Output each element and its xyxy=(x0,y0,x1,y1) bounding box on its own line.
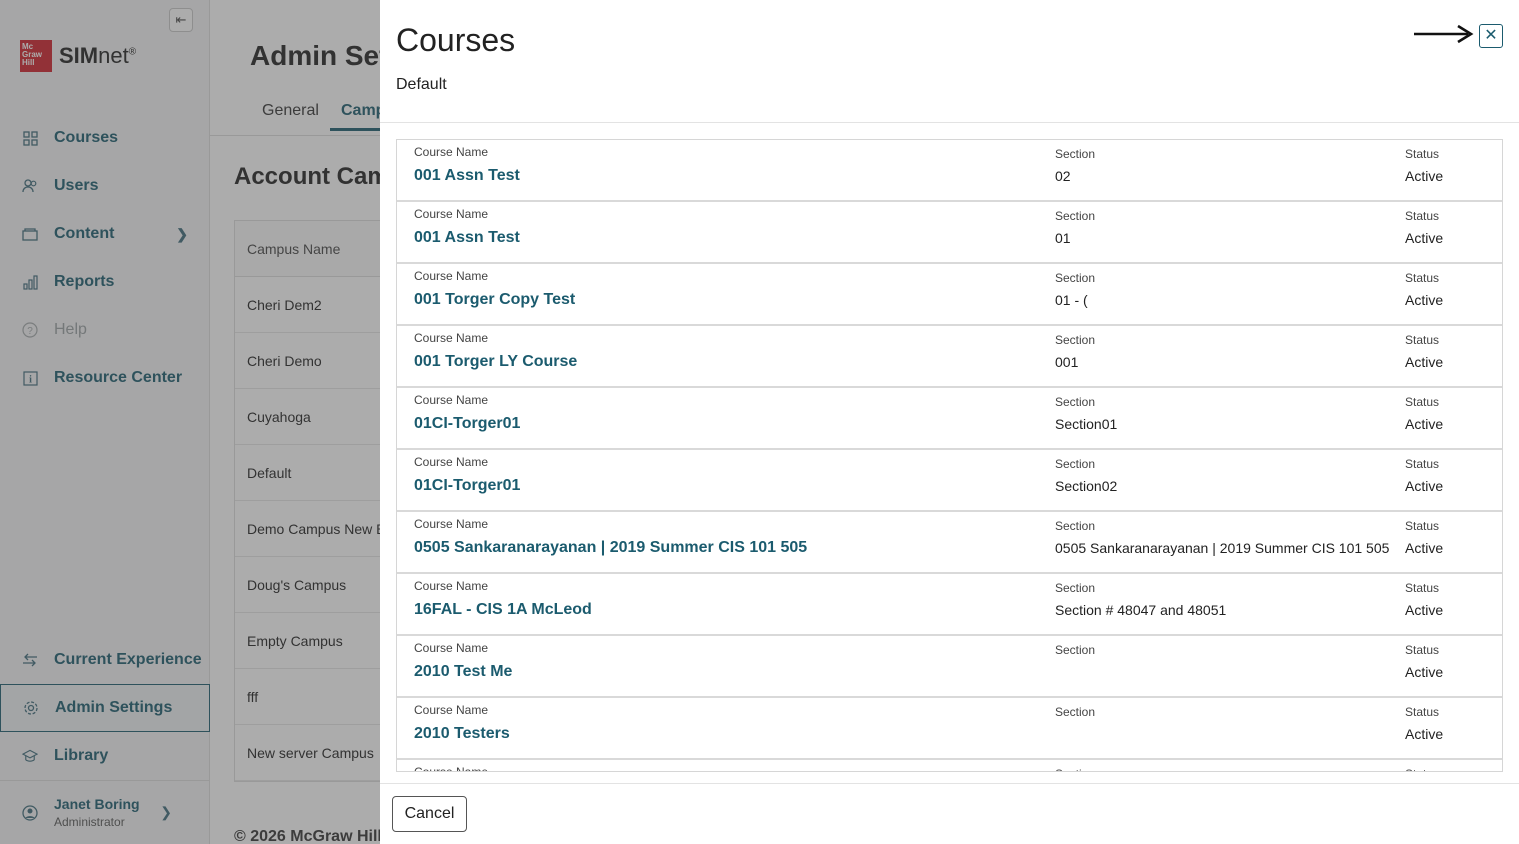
course-name-label: Course Name xyxy=(414,145,489,159)
list-item: Course Name 001 Assn Test Section 01 Sta… xyxy=(397,202,1502,264)
status-value: Active xyxy=(1405,230,1444,246)
section-label: Section xyxy=(1055,519,1096,533)
courses-panel: Courses Default ✕ Course Name 001 Assn T… xyxy=(380,0,1519,844)
status-label: Status xyxy=(1405,395,1440,409)
section-label: Section xyxy=(1055,705,1096,719)
status-label: Status xyxy=(1405,147,1440,161)
status-value: Active xyxy=(1405,354,1444,370)
course-name-link[interactable]: 001 Assn Test xyxy=(414,167,520,185)
section-label: Section xyxy=(1055,643,1096,657)
course-name-link[interactable]: 2010 Test Me xyxy=(414,663,512,681)
status-label: Status xyxy=(1405,643,1440,657)
section-value: 0505 Sankaranarayanan | 2019 Summer CIS … xyxy=(1055,540,1390,556)
course-name-label: Course Name xyxy=(414,517,489,531)
section-value: Section01 xyxy=(1055,416,1118,432)
status-value: Active xyxy=(1405,664,1444,680)
course-name-label: Course Name xyxy=(414,641,489,655)
list-item: Course Name 01CI-Torger01 Section Sectio… xyxy=(397,388,1502,450)
cancel-button[interactable]: Cancel xyxy=(392,796,467,832)
status-value: Active xyxy=(1405,416,1444,432)
course-list[interactable]: Course Name 001 Assn Test Section 02 Sta… xyxy=(396,139,1503,772)
section-label: Section xyxy=(1055,209,1096,223)
list-item: Course Name 001 Assn Test Section 02 Sta… xyxy=(397,140,1502,202)
section-value: Section # 48047 and 48051 xyxy=(1055,602,1227,618)
list-item: Course Name 16FAL - CIS 1A McLeod Sectio… xyxy=(397,574,1502,636)
status-value: Active xyxy=(1405,292,1444,308)
section-value: 001 xyxy=(1055,354,1079,370)
course-name-link[interactable]: 2010 Testers xyxy=(414,725,510,743)
divider xyxy=(380,783,1519,784)
modal-backdrop[interactable] xyxy=(0,0,380,844)
divider xyxy=(380,122,1519,123)
status-label: Status xyxy=(1405,705,1440,719)
section-label: Section xyxy=(1055,333,1096,347)
list-item: Course Name 2010 Test Me Section Status … xyxy=(397,636,1502,698)
course-name-label: Course Name xyxy=(414,393,489,407)
status-value: Active xyxy=(1405,602,1444,618)
course-name-label: Course Name xyxy=(414,579,489,593)
course-name-link[interactable]: 001 Torger LY Course xyxy=(414,353,577,371)
section-label: Section xyxy=(1055,767,1095,771)
course-name-link[interactable]: 01CI-Torger01 xyxy=(414,415,520,433)
course-name-link[interactable]: 001 Assn Test xyxy=(414,229,520,247)
course-name-label: Course Name xyxy=(414,703,489,717)
list-item: Course Name 001 Torger LY Course Section… xyxy=(397,326,1502,388)
section-label: Section xyxy=(1055,395,1096,409)
section-value: 01 xyxy=(1055,230,1071,246)
arrow-annotation-icon xyxy=(1414,24,1474,44)
list-item: Course Name 0505 Sankaranarayanan | 2019… xyxy=(397,512,1502,574)
list-item: Course Name 2010 Testers Section Status … xyxy=(397,698,1502,760)
list-item: Course Name 001 Torger Copy Test Section… xyxy=(397,264,1502,326)
course-name-label: Course Name xyxy=(414,207,489,221)
course-name-label: Course Name xyxy=(414,269,489,283)
section-label: Section xyxy=(1055,147,1096,161)
course-name-link[interactable]: 16FAL - CIS 1A McLeod xyxy=(414,601,592,619)
section-label: Section xyxy=(1055,271,1096,285)
course-name-label: Course Name xyxy=(414,765,489,772)
course-name-label: Course Name xyxy=(414,455,489,469)
status-label: Status xyxy=(1405,519,1440,533)
course-name-link[interactable]: 01CI-Torger01 xyxy=(414,477,520,495)
section-label: Section xyxy=(1055,457,1096,471)
close-icon: ✕ xyxy=(1484,27,1498,44)
status-value: Active xyxy=(1405,168,1444,184)
status-label: Status xyxy=(1405,767,1439,771)
section-label: Section xyxy=(1055,581,1096,595)
status-label: Status xyxy=(1405,333,1440,347)
section-value: 01 - ( xyxy=(1055,292,1088,308)
section-value: Section02 xyxy=(1055,478,1118,494)
list-item: Course Name Section Status xyxy=(397,760,1502,772)
panel-subtitle: Default xyxy=(396,76,447,93)
course-name-link[interactable]: 0505 Sankaranarayanan | 2019 Summer CIS … xyxy=(414,539,807,557)
status-value: Active xyxy=(1405,726,1444,742)
status-label: Status xyxy=(1405,581,1440,595)
status-label: Status xyxy=(1405,209,1440,223)
section-value: 02 xyxy=(1055,168,1071,184)
status-value: Active xyxy=(1405,478,1444,494)
status-label: Status xyxy=(1405,457,1440,471)
status-value: Active xyxy=(1405,540,1444,556)
course-name-label: Course Name xyxy=(414,331,489,345)
status-label: Status xyxy=(1405,271,1440,285)
list-item: Course Name 01CI-Torger01 Section Sectio… xyxy=(397,450,1502,512)
panel-title: Courses xyxy=(396,22,516,58)
course-name-link[interactable]: 001 Torger Copy Test xyxy=(414,291,575,309)
close-button[interactable]: ✕ xyxy=(1479,24,1503,48)
